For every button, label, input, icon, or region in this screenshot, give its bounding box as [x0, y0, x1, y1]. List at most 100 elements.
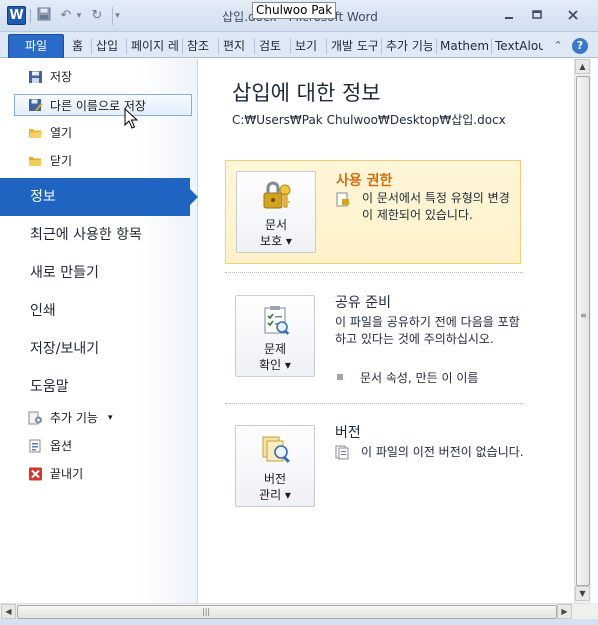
tab-separator	[381, 38, 382, 54]
scroll-right-button[interactable]: ▶	[557, 604, 572, 619]
tab-addins[interactable]: 추가 기능	[386, 37, 432, 55]
lock-key-icon	[263, 181, 291, 209]
permissions-description: 이 문서에서 특정 유형의 변경이 제한되어 있습니다.	[362, 191, 510, 222]
vertical-scrollbar[interactable]: ▲ ≡ ▼	[574, 59, 591, 603]
versions-icon	[262, 436, 290, 463]
save-as-icon	[29, 99, 43, 111]
checklist-icon	[264, 306, 290, 335]
redo-icon[interactable]: ↻	[89, 7, 105, 25]
tab-separator	[254, 38, 255, 54]
tab-insert[interactable]: 삽입	[96, 37, 122, 55]
nav-print[interactable]: 인쇄	[0, 292, 198, 330]
check-issues-label-2: 확인 ▾	[259, 358, 291, 372]
collapse-ribbon-icon[interactable]: ⌃	[550, 38, 566, 54]
page-title: 삽입에 대한 정보	[232, 81, 381, 105]
nav-new[interactable]: 새로 만들기	[0, 254, 198, 292]
protect-button-label-2: 보호 ▾	[260, 234, 292, 248]
nav-close[interactable]: 닫기	[14, 150, 192, 172]
section-divider	[225, 403, 523, 404]
nav-save-send[interactable]: 저장/보내기	[0, 330, 198, 368]
nav-recent[interactable]: 최근에 사용한 항목	[0, 216, 198, 254]
tab-separator	[218, 38, 219, 54]
word-app-icon[interactable]: W	[7, 6, 26, 25]
tab-separator	[126, 38, 127, 54]
close-folder-icon	[29, 157, 41, 166]
tab-mathematics[interactable]: Mathem	[440, 37, 488, 55]
scroll-up-button[interactable]: ▲	[575, 59, 590, 74]
nav-options[interactable]: 옵션	[14, 435, 192, 457]
qat-separator	[30, 9, 31, 23]
versions-section: 버전 관리 ▾ 버전 이 파일의 이전 버전이 없습니다.	[225, 415, 524, 525]
prepare-bullet-text: 문서 속성, 만든 이 이름	[360, 371, 479, 385]
nav-options-label: 옵션	[50, 439, 73, 453]
maximize-button[interactable]	[524, 8, 550, 26]
tab-mailings[interactable]: 편지	[223, 37, 249, 55]
protect-document-button[interactable]: 문서 보호 ▾	[236, 171, 316, 253]
nav-exit[interactable]: 끝내기	[14, 463, 192, 485]
tab-references[interactable]: 참조	[187, 37, 213, 55]
options-icon	[29, 439, 41, 453]
chevron-down-icon: ▾	[108, 413, 113, 423]
prepare-title: 공유 준비	[335, 295, 391, 311]
nav-save-label: 저장	[50, 70, 73, 84]
manage-versions-label-2: 관리 ▾	[259, 488, 291, 502]
close-button[interactable]	[560, 8, 586, 26]
horizontal-scrollbar[interactable]: ◀ ||| ▶	[0, 603, 591, 619]
scroll-down-button[interactable]: ▼	[575, 586, 590, 601]
manage-versions-button[interactable]: 버전 관리 ▾	[235, 425, 315, 507]
protect-button-label-1: 문서	[264, 218, 288, 232]
restricted-doc-icon	[336, 192, 349, 207]
backstage-nav: 저장 다른 이름으로 저장 열기 닫기 정보 최근에 사용한 항목 새로 만들기…	[0, 59, 198, 603]
open-folder-icon	[29, 129, 43, 138]
nav-addins[interactable]: 추가 기능 ▾	[14, 407, 192, 429]
tab-separator	[326, 38, 327, 54]
horizontal-scroll-thumb[interactable]: |||	[17, 605, 557, 619]
tab-page-layout[interactable]: 페이지 레	[131, 37, 179, 55]
tab-textaloud[interactable]: TextAlou	[495, 37, 543, 55]
nav-open[interactable]: 열기	[14, 122, 192, 144]
section-divider	[225, 272, 523, 273]
info-panel: 삽입에 대한 정보 C:₩Users₩Pak Chulwoo₩Desktop₩삽…	[199, 59, 574, 603]
prepare-section: 문제 확인 ▾ 공유 준비 이 파일을 공유하기 전에 다음을 포함하고 있다는…	[225, 285, 521, 395]
nav-save-as[interactable]: 다른 이름으로 저장	[14, 94, 192, 116]
help-icon[interactable]: ?	[572, 38, 588, 54]
tab-review[interactable]: 검토	[259, 37, 285, 55]
bullet-marker	[337, 374, 343, 380]
undo-icon[interactable]: ↶	[58, 7, 74, 25]
tab-separator	[290, 38, 291, 54]
addins-icon	[28, 411, 42, 425]
author-tooltip: Chulwoo Pak	[252, 2, 337, 19]
undo-dropdown-icon[interactable]: ▾	[74, 7, 84, 25]
scroll-left-button[interactable]: ◀	[1, 604, 16, 619]
nav-save[interactable]: 저장	[14, 66, 192, 88]
window-bottom-border	[0, 619, 598, 625]
nav-help[interactable]: 도움말	[0, 368, 198, 406]
tab-separator	[182, 38, 183, 54]
nav-open-label: 열기	[50, 126, 73, 140]
prepare-description: 이 파일을 공유하기 전에 다음을 포함하고 있다는 것에 주의하십시오.	[335, 315, 520, 346]
minimize-button[interactable]	[496, 8, 522, 26]
customize-qat-icon[interactable]: ▾	[112, 7, 122, 25]
tab-file[interactable]: 파일	[8, 34, 64, 58]
tab-separator	[91, 38, 92, 54]
grip-icon: ≡	[580, 311, 587, 320]
exit-icon	[29, 467, 42, 481]
nav-addins-label: 추가 기능	[50, 411, 98, 425]
save-icon	[29, 71, 42, 83]
check-for-issues-button[interactable]: 문제 확인 ▾	[235, 295, 315, 377]
nav-info[interactable]: 정보	[0, 178, 198, 216]
tab-home[interactable]: 홈	[72, 37, 88, 55]
save-icon[interactable]	[36, 7, 52, 25]
nav-exit-label: 끝내기	[50, 467, 84, 481]
ribbon-tab-bar: 파일 홈 삽입 페이지 레 참조 편지 검토 보기 개발 도구 추가 기능 Ma…	[0, 32, 598, 58]
mouse-cursor-icon	[124, 108, 138, 129]
version-doc-icon	[335, 445, 349, 460]
tab-developer[interactable]: 개발 도구	[331, 37, 377, 55]
vertical-scroll-thumb[interactable]: ≡	[576, 76, 590, 586]
versions-description: 이 파일의 이전 버전이 없습니다.	[361, 445, 524, 459]
manage-versions-label-1: 버전	[263, 472, 287, 486]
tab-view[interactable]: 보기	[295, 37, 321, 55]
tab-separator	[436, 38, 437, 54]
document-path: C:₩Users₩Pak Chulwoo₩Desktop₩삽입.docx	[232, 113, 506, 127]
check-issues-label-1: 문제	[263, 342, 287, 356]
